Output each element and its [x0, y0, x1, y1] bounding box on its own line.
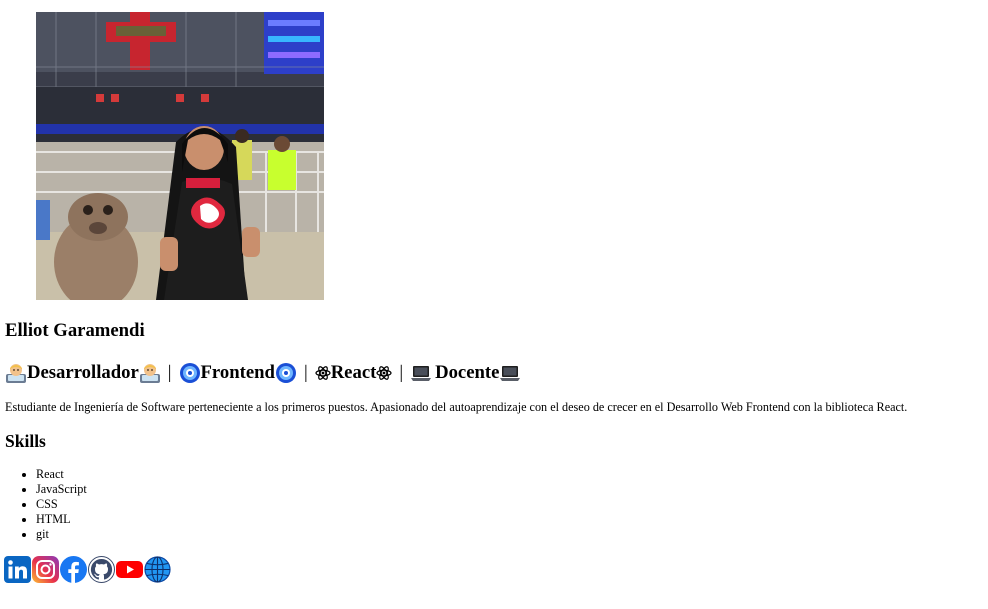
globe-icon: [144, 556, 171, 583]
skills-heading: Skills: [5, 431, 46, 451]
youtube-icon: [116, 561, 143, 578]
list-item: git: [36, 527, 87, 542]
skills-list: React JavaScript CSS HTML git: [0, 467, 87, 542]
list-item: HTML: [36, 512, 87, 527]
profile-bio: Estudiante de Ingeniería de Software per…: [5, 400, 908, 414]
role-separator: |: [399, 362, 404, 383]
facebook-link[interactable]: [60, 556, 87, 583]
instagram-link[interactable]: [32, 556, 59, 583]
facebook-icon: [60, 556, 87, 583]
role-separator: |: [167, 362, 172, 383]
role-react: React: [315, 360, 393, 386]
list-item: React: [36, 467, 87, 482]
profile-name: Elliot Garamendi: [5, 320, 145, 341]
role-frontend: Frontend: [179, 360, 297, 386]
website-link[interactable]: [144, 556, 171, 583]
comet-disc-emoji-icon: [275, 362, 297, 384]
profile-photo: [36, 12, 324, 300]
role-separator: |: [303, 362, 308, 383]
linkedin-link[interactable]: [4, 556, 31, 583]
atom-emoji-icon: [376, 365, 392, 381]
github-icon: [88, 556, 115, 583]
technologist-emoji-icon: [5, 362, 27, 384]
profile-page: Elliot Garamendi Desarrollador | Fronten…: [0, 0, 988, 609]
social-links: [4, 556, 171, 583]
instagram-icon: [32, 556, 59, 583]
github-link[interactable]: [88, 556, 115, 583]
technologist-emoji-icon: [139, 362, 161, 384]
role-teacher: Docente: [410, 360, 521, 386]
laptop-emoji-icon: [410, 362, 432, 384]
comet-disc-emoji-icon: [179, 362, 201, 384]
laptop-emoji-icon: [499, 362, 521, 384]
profile-roles: Desarrollador | Frontend | React | Docen…: [5, 360, 521, 386]
list-item: CSS: [36, 497, 87, 512]
role-developer: Desarrollador: [5, 360, 161, 386]
atom-emoji-icon: [315, 365, 331, 381]
list-item: JavaScript: [36, 482, 87, 497]
youtube-link[interactable]: [116, 556, 143, 583]
linkedin-icon: [4, 556, 31, 583]
